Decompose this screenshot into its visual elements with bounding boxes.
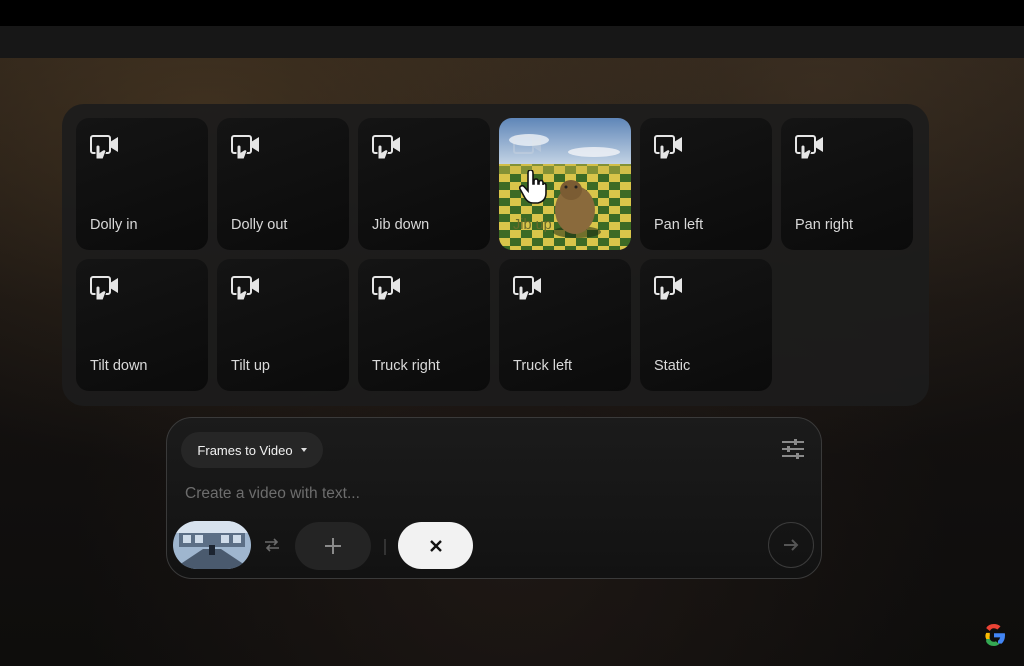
camera-motion-jib-up[interactable]: Jib up (499, 118, 631, 250)
tile-label: Jib up (513, 217, 552, 233)
plus-icon (325, 538, 341, 554)
camera-motion-icon (90, 276, 118, 301)
send-button[interactable] (768, 522, 814, 568)
mode-dropdown[interactable]: Frames to Video (181, 432, 323, 468)
tile-label: Truck right (372, 358, 440, 374)
tile-label: Tilt down (90, 358, 148, 374)
tile-label: Static (654, 358, 691, 374)
clear-button[interactable] (398, 522, 473, 569)
camera-motion-icon (513, 135, 541, 154)
camera-motion-icon (231, 135, 259, 160)
tile-label: Jib down (372, 217, 430, 233)
close-icon (429, 539, 442, 552)
tune-icon[interactable] (781, 438, 805, 460)
camera-motion-icon (231, 276, 259, 301)
tile-label: Pan left (654, 217, 704, 233)
hand-cursor-icon (519, 170, 547, 204)
camera-motion-tilt-up[interactable]: Tilt up (217, 259, 349, 391)
arrow-right-icon (784, 539, 799, 551)
camera-motion-truck-right[interactable]: Truck right (358, 259, 490, 391)
tile-label: Dolly out (231, 217, 288, 233)
google-logo (985, 624, 1005, 646)
mode-label: Frames to Video (197, 442, 293, 458)
camera-motion-truck-left[interactable]: Truck left (499, 259, 631, 391)
divider (384, 539, 386, 555)
app-header-bar (0, 26, 1024, 58)
tile-label: Truck left (513, 358, 573, 374)
swap-icon[interactable] (263, 538, 281, 552)
camera-motion-icon (90, 135, 118, 160)
camera-motion-icon (795, 135, 823, 160)
camera-motion-pan-right[interactable]: Pan right (781, 118, 913, 250)
prompt-input[interactable] (183, 482, 747, 506)
tile-label: Tilt up (231, 358, 270, 374)
camera-motion-icon (513, 276, 541, 301)
camera-motion-icon (654, 135, 682, 160)
camera-motion-dolly-in[interactable]: Dolly in (76, 118, 208, 250)
camera-motion-tilt-down[interactable]: Tilt down (76, 259, 208, 391)
camera-motion-pan-left[interactable]: Pan left (640, 118, 772, 250)
camera-motion-icon (372, 135, 400, 160)
caret-down-icon (300, 448, 307, 452)
camera-motion-icon (654, 276, 682, 301)
camera-motion-icon (372, 276, 400, 301)
camera-motion-jib-down[interactable]: Jib down (358, 118, 490, 250)
frame-thumbnail[interactable] (173, 521, 251, 569)
camera-motion-panel: Dolly in Dolly out Jib down Jib up Pan l… (62, 104, 929, 406)
prompt-bar: Frames to Video (166, 417, 822, 579)
add-frame-button[interactable] (295, 522, 371, 570)
tile-label: Dolly in (90, 217, 138, 233)
tile-label: Pan right (795, 217, 854, 233)
camera-motion-dolly-out[interactable]: Dolly out (217, 118, 349, 250)
camera-motion-static[interactable]: Static (640, 259, 772, 391)
top-letterbox-bar (0, 0, 1024, 26)
frame-thumbnail-image (173, 521, 251, 569)
